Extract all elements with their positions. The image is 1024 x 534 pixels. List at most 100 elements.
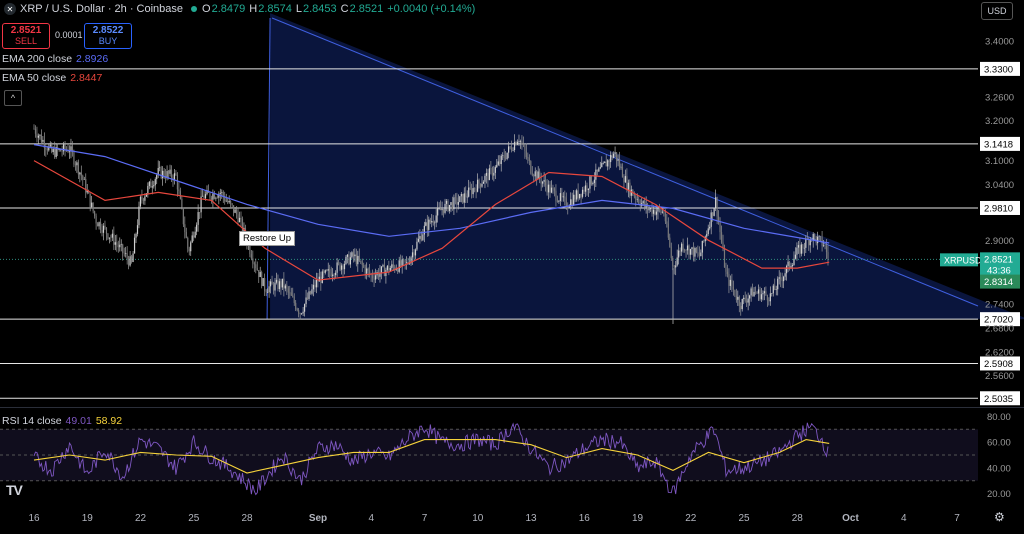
candle-body xyxy=(327,269,329,271)
symbol-title[interactable]: XRP / U.S. Dollar · 2h · Coinbase xyxy=(20,3,183,15)
x-tick-label-13: 25 xyxy=(738,513,750,524)
candle-body xyxy=(321,271,323,284)
candle-body xyxy=(644,201,646,208)
legend-ema200[interactable]: EMA 200 close 2.8926 xyxy=(2,53,108,65)
candle-body xyxy=(451,202,454,210)
candle-body xyxy=(335,272,337,276)
candle-body xyxy=(536,171,538,180)
candle-body xyxy=(669,237,671,247)
candle-body xyxy=(303,304,306,312)
candle-body xyxy=(444,203,446,213)
candle-body xyxy=(652,209,655,214)
candle-body xyxy=(238,217,241,223)
candle-body xyxy=(469,187,471,189)
collapse-legend-chevron-up-icon[interactable]: ^ xyxy=(4,90,22,106)
candle-body xyxy=(382,265,384,267)
candle-body xyxy=(129,256,131,266)
candle-body xyxy=(543,179,545,182)
candle-body xyxy=(296,309,298,311)
candle-body xyxy=(255,264,257,269)
candle-body xyxy=(725,267,727,272)
candle-body xyxy=(36,133,38,138)
candle-body xyxy=(104,225,106,228)
candle-body xyxy=(794,254,797,259)
candle-body xyxy=(784,273,786,277)
candle-body xyxy=(284,285,286,289)
candle-body xyxy=(76,162,78,166)
candle-body xyxy=(82,175,84,180)
candle-body xyxy=(661,211,663,213)
candle-body xyxy=(154,179,156,186)
candle-body xyxy=(185,232,187,238)
chart-root[interactable]: 3.4000 3.3300 3.2600 3.2000 3.1418 3.1000 3.04… xyxy=(0,0,1024,529)
candle-body xyxy=(250,254,252,259)
candle-body xyxy=(682,243,684,250)
candle-body xyxy=(781,279,783,282)
gear-icon[interactable]: ⚙ xyxy=(994,510,1005,524)
candle-body xyxy=(440,208,442,211)
buy-button[interactable]: 2.8522 BUY xyxy=(84,23,132,49)
candle-body xyxy=(141,196,143,200)
candle-body xyxy=(431,221,433,223)
candle-body xyxy=(670,246,672,258)
candle-body xyxy=(552,187,554,189)
candle-body xyxy=(459,196,461,203)
candle-body xyxy=(403,259,405,260)
x-tick-label-2: 22 xyxy=(135,513,147,524)
candle-body xyxy=(604,161,606,163)
x-close-icon[interactable]: ✕ xyxy=(4,3,16,15)
candle-body xyxy=(252,258,254,264)
ema50-label: EMA 50 close xyxy=(2,72,67,84)
candle-body xyxy=(309,291,312,294)
tradingview-logo-icon[interactable]: TV xyxy=(6,482,23,498)
candle-body xyxy=(556,200,559,202)
candle-body xyxy=(91,202,93,207)
candle-body xyxy=(413,252,415,256)
candle-body xyxy=(175,173,177,176)
candle-body xyxy=(796,247,798,255)
x-tick-label-16: 4 xyxy=(901,513,907,524)
level-price-label-7: 2.9810 xyxy=(984,203,1013,214)
candle-body xyxy=(497,161,499,165)
y-tick-label-11: 2.7400 xyxy=(985,300,1014,311)
candle-body xyxy=(689,249,692,255)
candle-body xyxy=(568,206,570,208)
candle-body xyxy=(678,250,680,258)
candle-body xyxy=(534,171,536,177)
candle-body xyxy=(814,234,816,237)
candle-body xyxy=(148,181,150,186)
chart-svg[interactable]: 3.4000 3.3300 3.2600 3.2000 3.1418 3.1000 3.04… xyxy=(0,0,1024,529)
candle-body xyxy=(580,193,582,197)
candle-body xyxy=(256,268,258,271)
candle-body xyxy=(182,207,184,225)
legend-rsi[interactable]: RSI 14 close 49.01 58.92 xyxy=(2,415,122,427)
currency-button[interactable]: USD xyxy=(981,2,1013,20)
candle-body xyxy=(525,151,527,158)
y-tick-label-3: 3.2000 xyxy=(985,116,1014,127)
candle-body xyxy=(343,263,346,270)
candle-body xyxy=(119,244,121,248)
candle-body xyxy=(235,209,238,215)
sell-button[interactable]: 2.8521 SELL xyxy=(2,23,50,49)
candle-body xyxy=(315,279,318,288)
candle-body xyxy=(621,166,624,178)
ohlc-close-label: C xyxy=(340,3,349,15)
candle-body xyxy=(681,243,683,252)
candle-body xyxy=(676,257,678,266)
legend-ema50[interactable]: EMA 50 close 2.8447 xyxy=(2,72,102,84)
candle-body xyxy=(339,263,341,270)
candle-body xyxy=(99,222,102,230)
candle-body xyxy=(750,288,752,296)
candle-body xyxy=(77,162,79,175)
candle-body xyxy=(663,211,665,214)
candle-body xyxy=(98,222,100,227)
level-price-label-15: 2.5908 xyxy=(984,359,1013,370)
candle-body xyxy=(578,193,581,199)
candle-body xyxy=(688,245,690,255)
sell-price: 2.8521 xyxy=(10,25,42,36)
candle-body xyxy=(562,196,564,198)
candle-body xyxy=(590,176,593,185)
candle-body xyxy=(571,199,573,205)
x-tick-label-6: 4 xyxy=(368,513,374,524)
candle-body xyxy=(555,190,557,201)
